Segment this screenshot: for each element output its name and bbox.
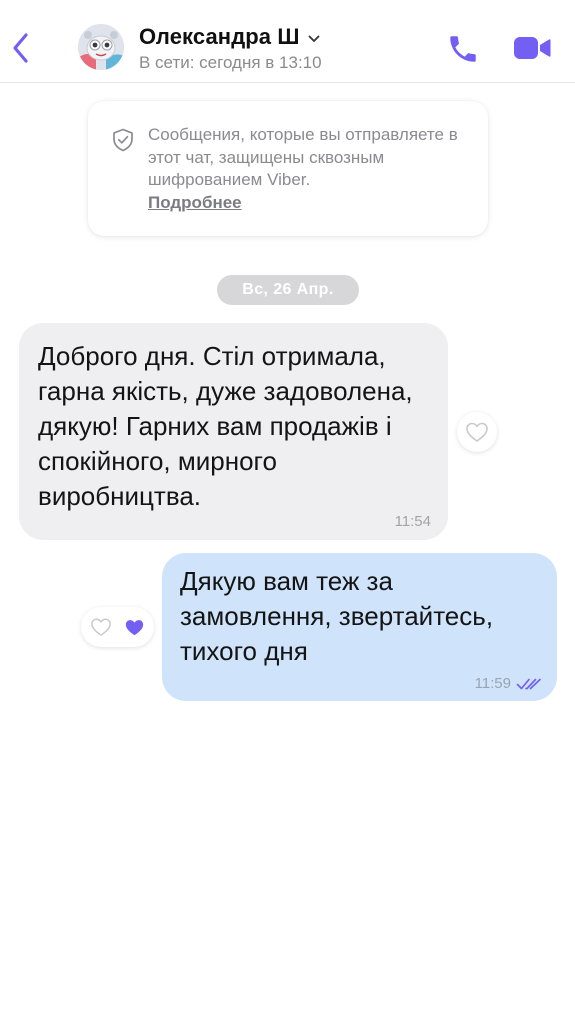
heart-filled-icon <box>125 620 144 636</box>
avatar-image <box>78 24 124 70</box>
call-button[interactable] <box>446 32 480 66</box>
chat-header: Олександра Ш В сети: сегодня в 13:10 <box>0 0 575 83</box>
shield-check-icon <box>113 128 133 152</box>
phone-icon <box>450 36 476 62</box>
heart-outline-icon[interactable] <box>90 617 112 637</box>
like-button[interactable] <box>457 412 497 452</box>
chevron-left-icon <box>13 33 28 63</box>
back-button[interactable] <box>6 30 36 66</box>
encryption-notice: Сообщения, которые вы отправляете в этот… <box>88 101 488 236</box>
message-text: Дякую вам теж за замовлення, звертайтесь… <box>180 566 494 666</box>
message-time: 11:54 <box>394 513 431 530</box>
double-check-icon <box>516 678 541 689</box>
encryption-notice-message: Сообщения, которые вы отправляете в этот… <box>148 125 458 189</box>
incoming-message-bubble[interactable]: Доброго дня. Стіл отримала, гарна якість… <box>19 323 448 540</box>
message-meta: 11:59 <box>475 675 542 692</box>
encryption-notice-text: Сообщения, которые вы отправляете в этот… <box>148 124 478 214</box>
contact-avatar[interactable] <box>78 24 124 70</box>
date-separator: Вс, 26 Апр. <box>217 275 359 305</box>
message-reactions[interactable] <box>81 607 154 647</box>
heart-outline-icon <box>466 422 488 442</box>
learn-more-link[interactable]: Подробнее <box>148 192 478 215</box>
outgoing-message-bubble[interactable]: Дякую вам теж за замовлення, звертайтесь… <box>162 553 557 701</box>
message-text: Доброго дня. Стіл отримала, гарна якість… <box>38 341 413 511</box>
contact-name-button[interactable]: Олександра Ш <box>139 24 320 50</box>
contact-name: Олександра Ш <box>139 24 300 49</box>
message-time: 11:59 <box>474 675 511 692</box>
contact-status: В сети: сегодня в 13:10 <box>139 53 322 72</box>
video-call-button[interactable] <box>512 34 552 62</box>
video-camera-icon <box>514 37 551 59</box>
chevron-down-icon <box>308 35 319 42</box>
